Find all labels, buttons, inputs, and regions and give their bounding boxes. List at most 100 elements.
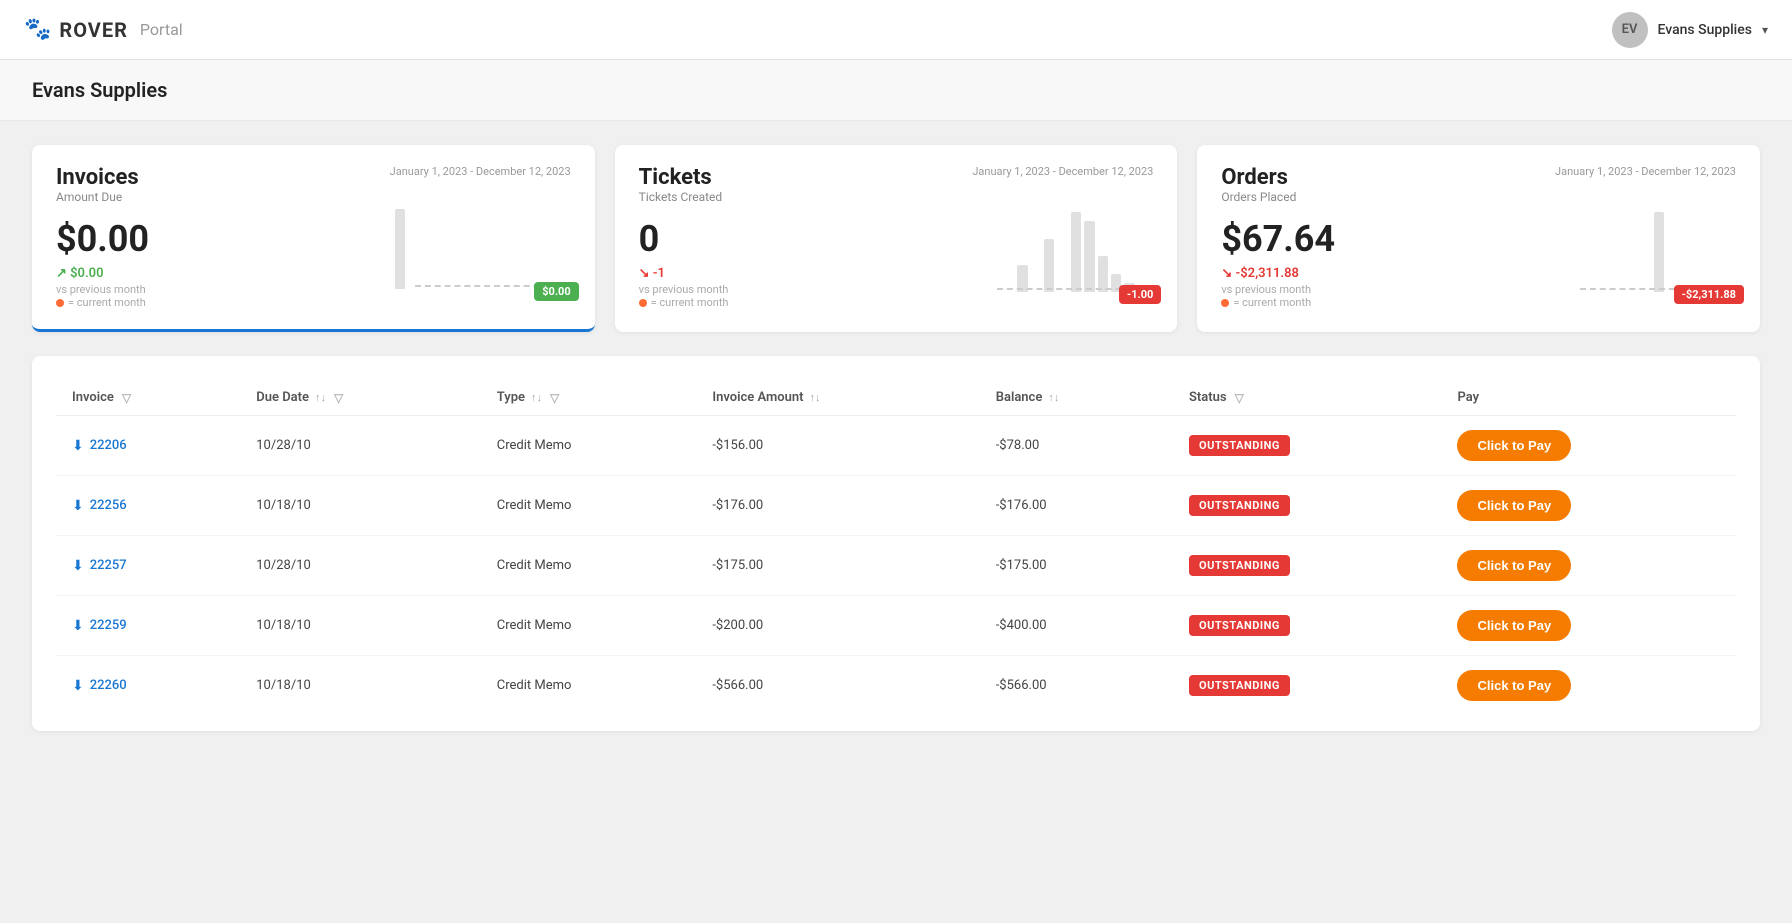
status-badge-3: OUTSTANDING: [1189, 615, 1290, 636]
app-header: 🐾 ROVER Portal EV Evans Supplies ▾: [0, 0, 1792, 60]
pay-button-2[interactable]: Click to Pay: [1457, 550, 1571, 581]
chart-badge-1: -1.00: [1119, 285, 1161, 304]
type-cell-1: Credit Memo: [481, 476, 697, 536]
pay-cell-1: Click to Pay: [1441, 476, 1736, 536]
filter-icon-2[interactable]: ▽: [550, 391, 559, 405]
type-cell-2: Credit Memo: [481, 536, 697, 596]
chart-bar: [1084, 221, 1094, 292]
card-chart-1: -1.00: [977, 145, 1177, 332]
invoice-amount-cell-0: -$156.00: [696, 416, 979, 476]
table-row: ⬇ 22257 10/28/10 Credit Memo -$175.00 -$…: [56, 536, 1736, 596]
rover-logo-icon: 🐾: [24, 17, 51, 42]
card-subtitle-2: Orders Placed: [1221, 190, 1296, 204]
sort-icon-2[interactable]: ↑↓: [531, 391, 542, 404]
col-label-3: Invoice Amount: [712, 390, 803, 405]
download-icon-1: ⬇: [72, 498, 84, 514]
invoice-number-0[interactable]: 22206: [90, 438, 127, 453]
invoice-number-1[interactable]: 22256: [90, 498, 127, 513]
pay-button-0[interactable]: Click to Pay: [1457, 430, 1571, 461]
download-icon-2: ⬇: [72, 558, 84, 574]
summary-card-orders: Orders Orders Placed January 1, 2023 - D…: [1197, 145, 1760, 332]
download-icon-4: ⬇: [72, 678, 84, 694]
chart-badge-0: $0.00: [534, 282, 578, 301]
status-cell-3: OUTSTANDING: [1173, 596, 1442, 656]
invoice-cell-3: ⬇ 22259: [56, 596, 240, 656]
chevron-down-icon: ▾: [1762, 23, 1768, 37]
invoice-cell-2: ⬇ 22257: [56, 536, 240, 596]
col-header-balance[interactable]: Balance ↑↓: [980, 380, 1173, 416]
legend-dot-0: [56, 299, 64, 307]
col-header-type[interactable]: Type↑↓▽: [481, 380, 697, 416]
invoice-link-4[interactable]: ⬇ 22260: [72, 678, 224, 694]
col-header-invoice[interactable]: Invoice ▽: [56, 380, 240, 416]
logo-portal: Portal: [140, 20, 183, 39]
sort-icon-4[interactable]: ↑↓: [1048, 391, 1059, 404]
invoice-amount-cell-2: -$175.00: [696, 536, 979, 596]
table-row: ⬇ 22259 10/18/10 Credit Memo -$200.00 -$…: [56, 596, 1736, 656]
col-header-due-date[interactable]: Due Date ↑↓ ▽: [240, 380, 481, 416]
due-date-cell-0: 10/28/10: [240, 416, 481, 476]
card-chart-0: $0.00: [395, 145, 595, 329]
logo: 🐾 ROVER Portal: [24, 17, 183, 42]
pay-button-1[interactable]: Click to Pay: [1457, 490, 1571, 521]
invoice-link-1[interactable]: ⬇ 22256: [72, 498, 224, 514]
pay-button-4[interactable]: Click to Pay: [1457, 670, 1571, 701]
chart-bar: [1044, 239, 1054, 292]
invoice-link-3[interactable]: ⬇ 22259: [72, 618, 224, 634]
invoice-number-4[interactable]: 22260: [90, 678, 127, 693]
table-row: ⬇ 22206 10/28/10 Credit Memo -$156.00 -$…: [56, 416, 1736, 476]
chart-bar: [1098, 256, 1108, 292]
page-title: Evans Supplies: [32, 78, 1760, 102]
card-title-0: Invoices: [56, 165, 139, 190]
filter-icon-1[interactable]: ▽: [334, 391, 343, 405]
due-date-cell-4: 10/18/10: [240, 656, 481, 716]
type-cell-3: Credit Memo: [481, 596, 697, 656]
filter-icon-0[interactable]: ▽: [122, 391, 131, 405]
invoice-link-0[interactable]: ⬇ 22206: [72, 438, 224, 454]
invoices-table: Invoice▽Due Date↑↓▽Type↑↓▽Invoice Amount…: [56, 380, 1736, 715]
due-date-cell-1: 10/18/10: [240, 476, 481, 536]
legend-dot-2: [1221, 299, 1229, 307]
invoice-cell-4: ⬇ 22260: [56, 656, 240, 716]
col-label-1: Due Date: [256, 390, 309, 405]
card-title-1: Tickets: [639, 165, 723, 190]
col-label-4: Balance: [996, 390, 1043, 405]
pay-cell-3: Click to Pay: [1441, 596, 1736, 656]
col-header-invoice-amount[interactable]: Invoice Amount ↑↓: [696, 380, 979, 416]
chart-badge-2: -$2,311.88: [1674, 285, 1744, 304]
col-label-5: Status: [1189, 390, 1227, 405]
invoice-cell-1: ⬇ 22256: [56, 476, 240, 536]
user-name: Evans Supplies: [1658, 22, 1752, 38]
table-row: ⬇ 22256 10/18/10 Credit Memo -$176.00 -$…: [56, 476, 1736, 536]
pay-button-3[interactable]: Click to Pay: [1457, 610, 1571, 641]
download-icon-3: ⬇: [72, 618, 84, 634]
invoices-table-section: Invoice▽Due Date↑↓▽Type↑↓▽Invoice Amount…: [32, 356, 1760, 731]
logo-text: ROVER: [59, 18, 128, 42]
col-label-0: Invoice: [72, 390, 114, 405]
pay-cell-4: Click to Pay: [1441, 656, 1736, 716]
sort-icon-3[interactable]: ↑↓: [810, 391, 821, 404]
status-badge-4: OUTSTANDING: [1189, 675, 1290, 696]
user-menu[interactable]: EV Evans Supplies ▾: [1612, 12, 1768, 48]
invoice-number-2[interactable]: 22257: [90, 558, 127, 573]
due-date-cell-3: 10/18/10: [240, 596, 481, 656]
card-chart-2: -$2,311.88: [1560, 145, 1760, 332]
summary-card-tickets: Tickets Tickets Created January 1, 2023 …: [615, 145, 1178, 332]
pay-cell-2: Click to Pay: [1441, 536, 1736, 596]
col-label-6: Pay: [1457, 390, 1479, 405]
chart-bar: [1654, 212, 1664, 292]
balance-cell-4: -$566.00: [980, 656, 1173, 716]
invoice-number-3[interactable]: 22259: [90, 618, 127, 633]
filter-icon-5[interactable]: ▽: [1235, 391, 1244, 405]
type-cell-4: Credit Memo: [481, 656, 697, 716]
legend-dot-1: [639, 299, 647, 307]
invoice-link-2[interactable]: ⬇ 22257: [72, 558, 224, 574]
col-header-status[interactable]: Status ▽: [1173, 380, 1442, 416]
invoice-amount-cell-1: -$176.00: [696, 476, 979, 536]
status-badge-1: OUTSTANDING: [1189, 495, 1290, 516]
status-badge-2: OUTSTANDING: [1189, 555, 1290, 576]
chart-bar: [395, 209, 405, 289]
status-cell-1: OUTSTANDING: [1173, 476, 1442, 536]
sort-icon-1[interactable]: ↑↓: [315, 391, 326, 404]
summary-cards: Invoices Amount Due January 1, 2023 - De…: [32, 145, 1760, 332]
